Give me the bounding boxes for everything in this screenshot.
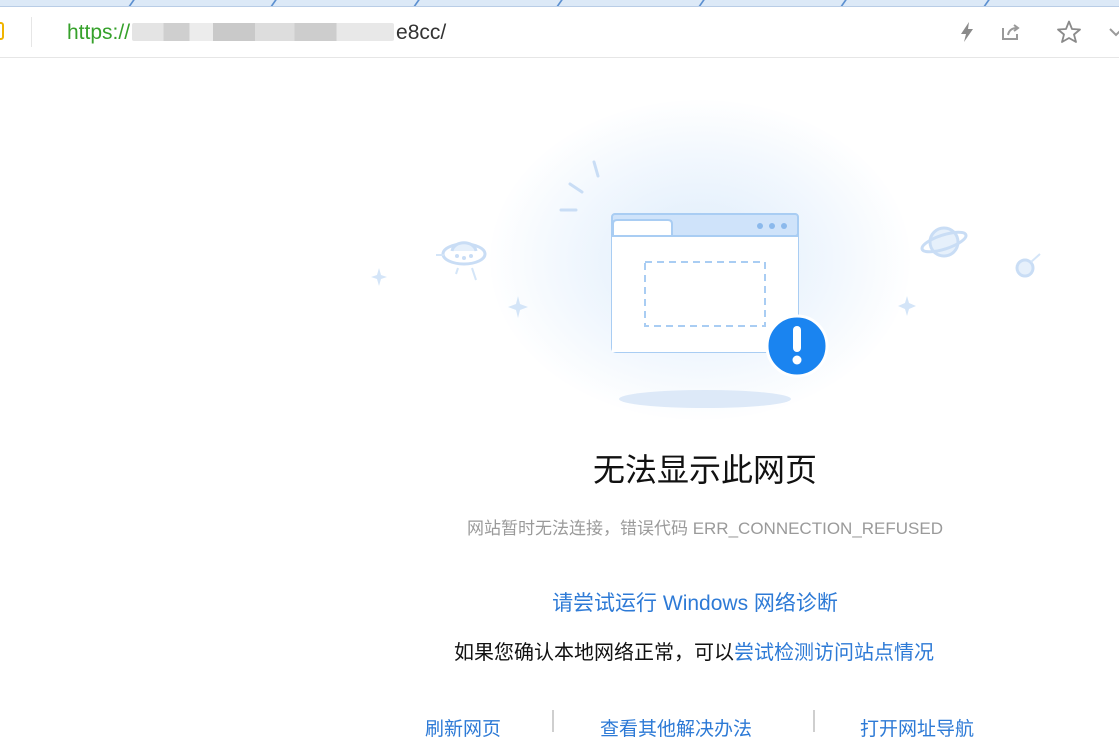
url-redacted [132, 23, 395, 42]
error-title: 无法显示此网页 [592, 452, 817, 488]
address-bar: https:// e8cc/ [0, 7, 1119, 58]
url-tail: e8cc/ [396, 21, 447, 44]
ufo-icon [436, 241, 487, 281]
sparkle-lines [559, 160, 600, 212]
local-network-hint: 如果您确认本地网络正常，可以尝试检测访问站点情况 [0, 636, 1119, 665]
lightning-icon[interactable] [953, 18, 981, 46]
link-separator [552, 710, 554, 732]
link-separator [813, 710, 815, 732]
chevron-icon[interactable] [1106, 18, 1119, 46]
share-icon[interactable] [997, 18, 1025, 46]
comet-icon [1015, 253, 1041, 278]
other-solutions-link[interactable]: 查看其他解决办法 [600, 714, 752, 741]
planet-icon [920, 226, 968, 258]
error-illustration [370, 150, 1050, 420]
alert-icon [765, 314, 829, 378]
error-subtitle: 网站暂时无法连接，错误代码 ERR_CONNECTION_REFUSED [466, 519, 944, 538]
star-icon[interactable] [1055, 18, 1083, 46]
url-field[interactable]: https:// e8cc/ [67, 20, 446, 46]
refresh-page-link[interactable]: 刷新网页 [425, 714, 501, 741]
ground-shadow [619, 390, 791, 408]
url-scheme: https:// [67, 21, 131, 44]
security-icon[interactable] [0, 22, 4, 40]
check-site-access-link[interactable]: 尝试检测访问站点情况 [734, 642, 934, 664]
network-diagnose-link[interactable]: 请尝试运行 Windows 网络诊断 [0, 587, 1119, 617]
bottom-links: 刷新网页 查看其他解决办法 打开网址导航 [0, 710, 1119, 744]
local-network-hint-text: 如果您确认本地网络正常，可以 [454, 642, 734, 664]
address-separator [31, 17, 32, 47]
open-nav-link[interactable]: 打开网址导航 [860, 714, 974, 741]
tab-strip [0, 0, 1119, 7]
